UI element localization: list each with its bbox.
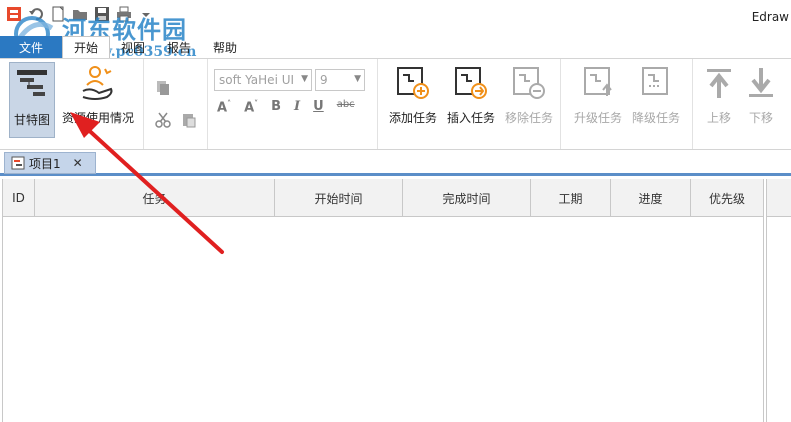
- add-task-button[interactable]: 添加任务: [386, 63, 440, 126]
- strikethrough-button[interactable]: abc: [337, 99, 355, 115]
- menu-tab-report[interactable]: 报告: [156, 36, 202, 58]
- ribbon-group-outline: 升级任务 降级任务: [561, 59, 693, 149]
- insert-task-label: 插入任务: [446, 111, 495, 125]
- promote-task-icon: [584, 67, 612, 96]
- column-header-duration[interactable]: 工期: [531, 179, 611, 217]
- demote-task-button[interactable]: 降级任务: [629, 63, 683, 126]
- insert-task-button[interactable]: 插入任务: [444, 63, 498, 126]
- gantt-chart-button[interactable]: 甘特图: [9, 62, 55, 138]
- grow-font-button[interactable]: A˄: [217, 99, 231, 115]
- demote-task-icon: [642, 67, 668, 95]
- resource-usage-button[interactable]: 资源使用情况: [62, 63, 134, 126]
- move-up-button[interactable]: 上移: [701, 63, 737, 126]
- remove-task-button[interactable]: 移除任务: [502, 63, 556, 126]
- project-file-icon: [11, 156, 25, 170]
- bold-button[interactable]: B: [271, 99, 281, 115]
- add-task-label: 添加任务: [388, 111, 437, 125]
- font-size-select[interactable]: 9 ▼: [315, 69, 365, 91]
- move-down-label: 下移: [748, 111, 773, 125]
- gantt-chart-label: 甘特图: [13, 113, 50, 127]
- menu-tab-help[interactable]: 帮助: [202, 36, 248, 58]
- resource-usage-label: 资源使用情况: [62, 111, 135, 125]
- ribbon-group-tasks: 添加任务 插入任务 移除任务: [378, 59, 561, 149]
- table-header: ID 任务 开始时间 完成时间 工期 进度 优先级: [3, 179, 763, 217]
- move-down-icon: [749, 68, 773, 97]
- font-format-row: A˄ A˅ B I U abc: [217, 99, 355, 115]
- column-header-priority[interactable]: 优先级: [691, 179, 763, 217]
- document-tab-strip: 项目1 ✕: [0, 150, 791, 176]
- menu-tab-home[interactable]: 开始: [62, 36, 111, 58]
- insert-task-icon: [455, 67, 487, 99]
- shrink-font-button[interactable]: A˅: [244, 99, 258, 115]
- document-tab-label: 项目1: [29, 156, 61, 171]
- font-family-dropdown-icon: ▼: [301, 74, 308, 84]
- document-tab-project1[interactable]: 项目1 ✕: [4, 152, 96, 174]
- column-header-id[interactable]: ID: [3, 179, 35, 217]
- timeline-header: [767, 179, 791, 217]
- ribbon-group-views: 甘特图 资源使用情况: [0, 59, 144, 149]
- font-family-select[interactable]: soft YaHei UI ▼: [214, 69, 312, 91]
- paste-icon[interactable]: [180, 111, 198, 129]
- gantt-chart-icon: [17, 70, 47, 96]
- resource-usage-icon: [82, 66, 113, 100]
- move-up-label: 上移: [706, 111, 731, 125]
- column-header-task[interactable]: 任务: [35, 179, 275, 217]
- promote-task-button[interactable]: 升级任务: [571, 63, 625, 126]
- close-tab-icon[interactable]: ✕: [73, 156, 83, 170]
- menu-bar: 文件 开始 视图 报告 帮助: [0, 36, 791, 58]
- move-down-button[interactable]: 下移: [743, 63, 779, 126]
- menu-tab-file[interactable]: 文件: [0, 36, 62, 58]
- column-header-finish[interactable]: 完成时间: [403, 179, 531, 217]
- ribbon-group-clipboard: [144, 59, 208, 149]
- remove-task-icon: [513, 67, 545, 99]
- ribbon-group-move: 上移 下移: [693, 59, 791, 149]
- task-table[interactable]: ID 任务 开始时间 完成时间 工期 进度 优先级: [2, 179, 764, 422]
- italic-button[interactable]: I: [294, 99, 300, 115]
- ribbon: 甘特图 资源使用情况 soft YaHei UI ▼ 9 ▼ A˄ A˅ B I…: [0, 58, 791, 150]
- font-family-value: soft YaHei UI: [219, 73, 295, 87]
- underline-button[interactable]: U: [313, 99, 324, 115]
- task-grid-area: ID 任务 开始时间 完成时间 工期 进度 优先级: [0, 179, 791, 422]
- app-title: Edraw: [751, 10, 789, 24]
- font-size-dropdown-icon: ▼: [354, 74, 361, 84]
- font-size-value: 9: [320, 73, 328, 87]
- remove-task-label: 移除任务: [504, 111, 553, 125]
- add-task-icon: [397, 67, 429, 99]
- column-header-start[interactable]: 开始时间: [275, 179, 403, 217]
- cut-icon[interactable]: [154, 111, 172, 129]
- demote-task-label: 降级任务: [631, 111, 680, 125]
- promote-task-label: 升级任务: [573, 111, 622, 125]
- move-up-icon: [707, 69, 731, 98]
- menu-tab-view[interactable]: 视图: [110, 36, 156, 58]
- gantt-timeline-pane[interactable]: [766, 179, 791, 422]
- copy-icon[interactable]: [154, 79, 172, 97]
- column-header-progress[interactable]: 进度: [611, 179, 691, 217]
